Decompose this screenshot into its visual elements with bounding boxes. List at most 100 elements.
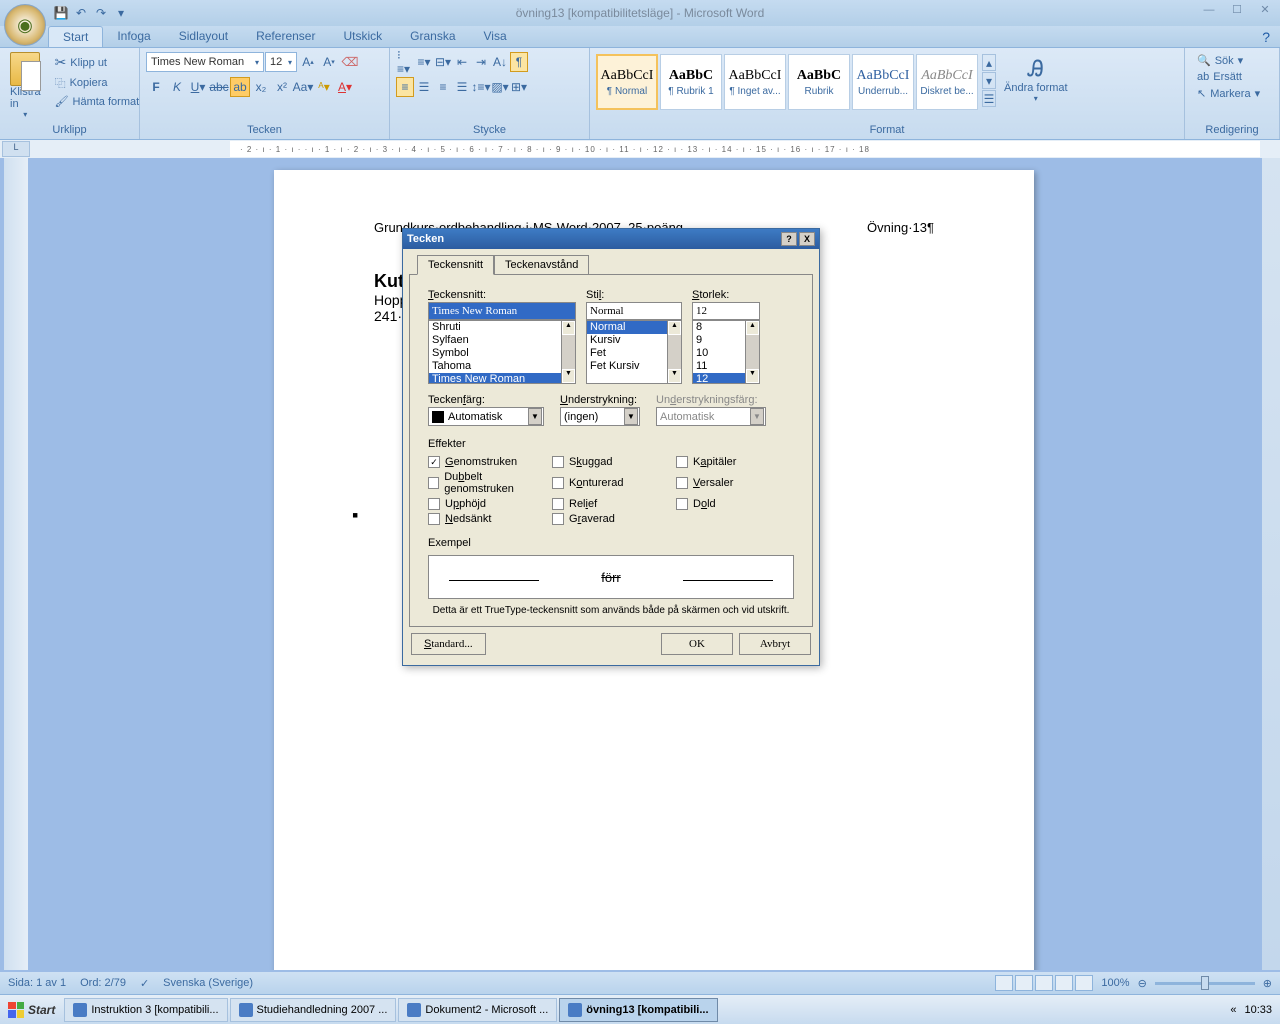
replace-button[interactable]: abErsätt <box>1197 71 1260 83</box>
draft-view[interactable] <box>1075 975 1093 991</box>
styles-up-button[interactable]: ▴ <box>982 54 996 71</box>
task-item-1[interactable]: Instruktion 3 [kompatibili... <box>64 998 227 1022</box>
checkbox-dstrike[interactable]: Dubbelt genomstruken <box>428 471 546 495</box>
qat-dropdown-icon[interactable]: ▾ <box>112 4 130 22</box>
checkbox-strike[interactable]: ✓Genomstruken <box>428 456 546 468</box>
checkbox-sub[interactable]: Nedsänkt <box>428 513 546 525</box>
office-button[interactable]: ◉ <box>4 4 46 46</box>
font-color-button[interactable]: A▾ <box>335 77 355 97</box>
text-highlight-button[interactable]: ᴬ▾ <box>314 77 334 97</box>
vertical-scrollbar[interactable] <box>1262 158 1280 970</box>
style-rubrik[interactable]: AaBbCRubrik <box>788 54 850 110</box>
tab-granska[interactable]: Granska <box>396 26 469 47</box>
ok-button[interactable]: OK <box>661 633 733 655</box>
zoom-out-button[interactable]: ⊖ <box>1138 977 1147 990</box>
language-info[interactable]: Svenska (Sverige) <box>163 977 253 989</box>
change-styles-button[interactable]: Ꭿ Ändra format ▾ <box>998 54 1074 105</box>
redo-icon[interactable]: ↷ <box>92 4 110 22</box>
align-center-button[interactable]: ☰ <box>415 77 433 97</box>
clock[interactable]: 10:33 <box>1244 1004 1272 1016</box>
styles-down-button[interactable]: ▾ <box>982 72 996 89</box>
numbering-button[interactable]: ≡▾ <box>415 52 433 72</box>
checkbox-hidden[interactable]: Dold <box>676 498 794 510</box>
checkbox-super[interactable]: Upphöjd <box>428 498 546 510</box>
tab-teckenavstand[interactable]: Teckenavstånd <box>494 255 589 275</box>
tab-teckensnitt[interactable]: Teckensnitt <box>417 255 494 275</box>
checkbox-emboss[interactable]: Relief <box>552 498 670 510</box>
checkbox-outline[interactable]: Konturerad <box>552 471 670 495</box>
tray-expand-icon[interactable]: « <box>1230 1004 1236 1016</box>
sort-button[interactable]: A↓ <box>491 52 509 72</box>
font-style-listbox[interactable]: Normal Kursiv Fet Fet Kursiv ▲▼ <box>586 320 682 384</box>
maximize-button[interactable]: ☐ <box>1226 2 1248 17</box>
style-diskret[interactable]: AaBbCcIDiskret be... <box>916 54 978 110</box>
scroll-up-icon[interactable]: ▲ <box>562 321 575 335</box>
style-normal[interactable]: AaBbCcI¶ Normal <box>596 54 658 110</box>
cancel-button[interactable]: Avbryt <box>739 633 811 655</box>
shading-button[interactable]: ▨▾ <box>491 77 509 97</box>
tab-visa[interactable]: Visa <box>470 26 521 47</box>
save-icon[interactable]: 💾 <box>52 4 70 22</box>
dialog-help-button[interactable]: ? <box>781 232 797 246</box>
style-inget[interactable]: AaBbCcI¶ Inget av... <box>724 54 786 110</box>
full-screen-view[interactable] <box>1015 975 1033 991</box>
zoom-level[interactable]: 100% <box>1101 977 1129 989</box>
shrink-font-button[interactable]: A▾ <box>319 52 339 72</box>
word-count[interactable]: Ord: 2/79 <box>80 977 126 989</box>
underline-combo[interactable]: (ingen)▼ <box>560 407 640 426</box>
line-spacing-button[interactable]: ↕≡▾ <box>472 77 490 97</box>
print-layout-view[interactable] <box>995 975 1013 991</box>
checkbox-smallcaps[interactable]: Kapitäler <box>676 456 794 468</box>
select-button[interactable]: ↖Markera ▾ <box>1197 87 1260 100</box>
styles-more-button[interactable]: ☰ <box>982 90 996 107</box>
format-painter-button[interactable]: 🖌Hämta format <box>55 95 140 108</box>
undo-icon[interactable]: ↶ <box>72 4 90 22</box>
start-button[interactable]: Start <box>0 1000 63 1020</box>
multilevel-button[interactable]: ⊟▾ <box>434 52 452 72</box>
task-item-2[interactable]: Studiehandledning 2007 ... <box>230 998 397 1022</box>
zoom-in-button[interactable]: ⊕ <box>1263 977 1272 990</box>
zoom-slider[interactable] <box>1155 982 1255 985</box>
font-style-input[interactable] <box>586 302 682 320</box>
checkbox-shadow[interactable]: Skuggad <box>552 456 670 468</box>
tab-selector[interactable]: L <box>2 141 30 157</box>
cut-button[interactable]: ✂Klipp ut <box>55 54 140 71</box>
justify-button[interactable]: ☰ <box>453 77 471 97</box>
borders-button[interactable]: ⊞▾ <box>510 77 528 97</box>
style-underrub[interactable]: AaBbCcIUnderrub... <box>852 54 914 110</box>
outline-view[interactable] <box>1055 975 1073 991</box>
checkbox-engrave[interactable]: Graverad <box>552 513 670 525</box>
italic-button[interactable]: K <box>167 77 187 97</box>
style-rubrik1[interactable]: AaBbC¶ Rubrik 1 <box>660 54 722 110</box>
clear-format-button[interactable]: ⌫ <box>340 52 360 72</box>
find-button[interactable]: 🔍Sök ▾ <box>1197 54 1260 67</box>
superscript-button[interactable]: x² <box>272 77 292 97</box>
bullets-button[interactable]: ⁝≡▾ <box>396 52 414 72</box>
show-marks-button[interactable]: ¶ <box>510 52 528 72</box>
task-item-3[interactable]: Dokument2 - Microsoft ... <box>398 998 557 1022</box>
dialog-titlebar[interactable]: Tecken ? X <box>403 229 819 249</box>
default-button[interactable]: Standard... <box>411 633 486 655</box>
strikethrough-button[interactable]: abc <box>209 77 229 97</box>
dialog-close-button[interactable]: X <box>799 232 815 246</box>
task-item-4[interactable]: övning13 [kompatibili... <box>559 998 717 1022</box>
subscript-button[interactable]: x₂ <box>251 77 271 97</box>
font-color-combo[interactable]: Automatisk▼ <box>428 407 544 426</box>
page-info[interactable]: Sida: 1 av 1 <box>8 977 66 989</box>
align-right-button[interactable]: ≡ <box>434 77 452 97</box>
font-size-dropdown[interactable]: 12▾ <box>265 52 297 72</box>
paste-button[interactable]: Klistra in ▾ <box>4 50 47 121</box>
spell-check-icon[interactable]: ✓ <box>140 977 149 990</box>
font-name-listbox[interactable]: Shruti Sylfaen Symbol Tahoma Times New R… <box>428 320 576 384</box>
scroll-down-icon[interactable]: ▼ <box>562 369 575 383</box>
underline-button[interactable]: U▾ <box>188 77 208 97</box>
checkbox-allcaps[interactable]: Versaler <box>676 471 794 495</box>
help-icon[interactable]: ? <box>1262 29 1270 45</box>
grow-font-button[interactable]: A▴ <box>298 52 318 72</box>
increase-indent-button[interactable]: ⇥ <box>472 52 490 72</box>
copy-button[interactable]: ⿻Kopiera <box>55 75 140 91</box>
tab-infoga[interactable]: Infoga <box>103 26 164 47</box>
change-case-button[interactable]: Aa▾ <box>293 77 313 97</box>
vertical-ruler[interactable] <box>4 158 28 970</box>
font-size-listbox[interactable]: 8 9 10 11 12 ▲▼ <box>692 320 760 384</box>
